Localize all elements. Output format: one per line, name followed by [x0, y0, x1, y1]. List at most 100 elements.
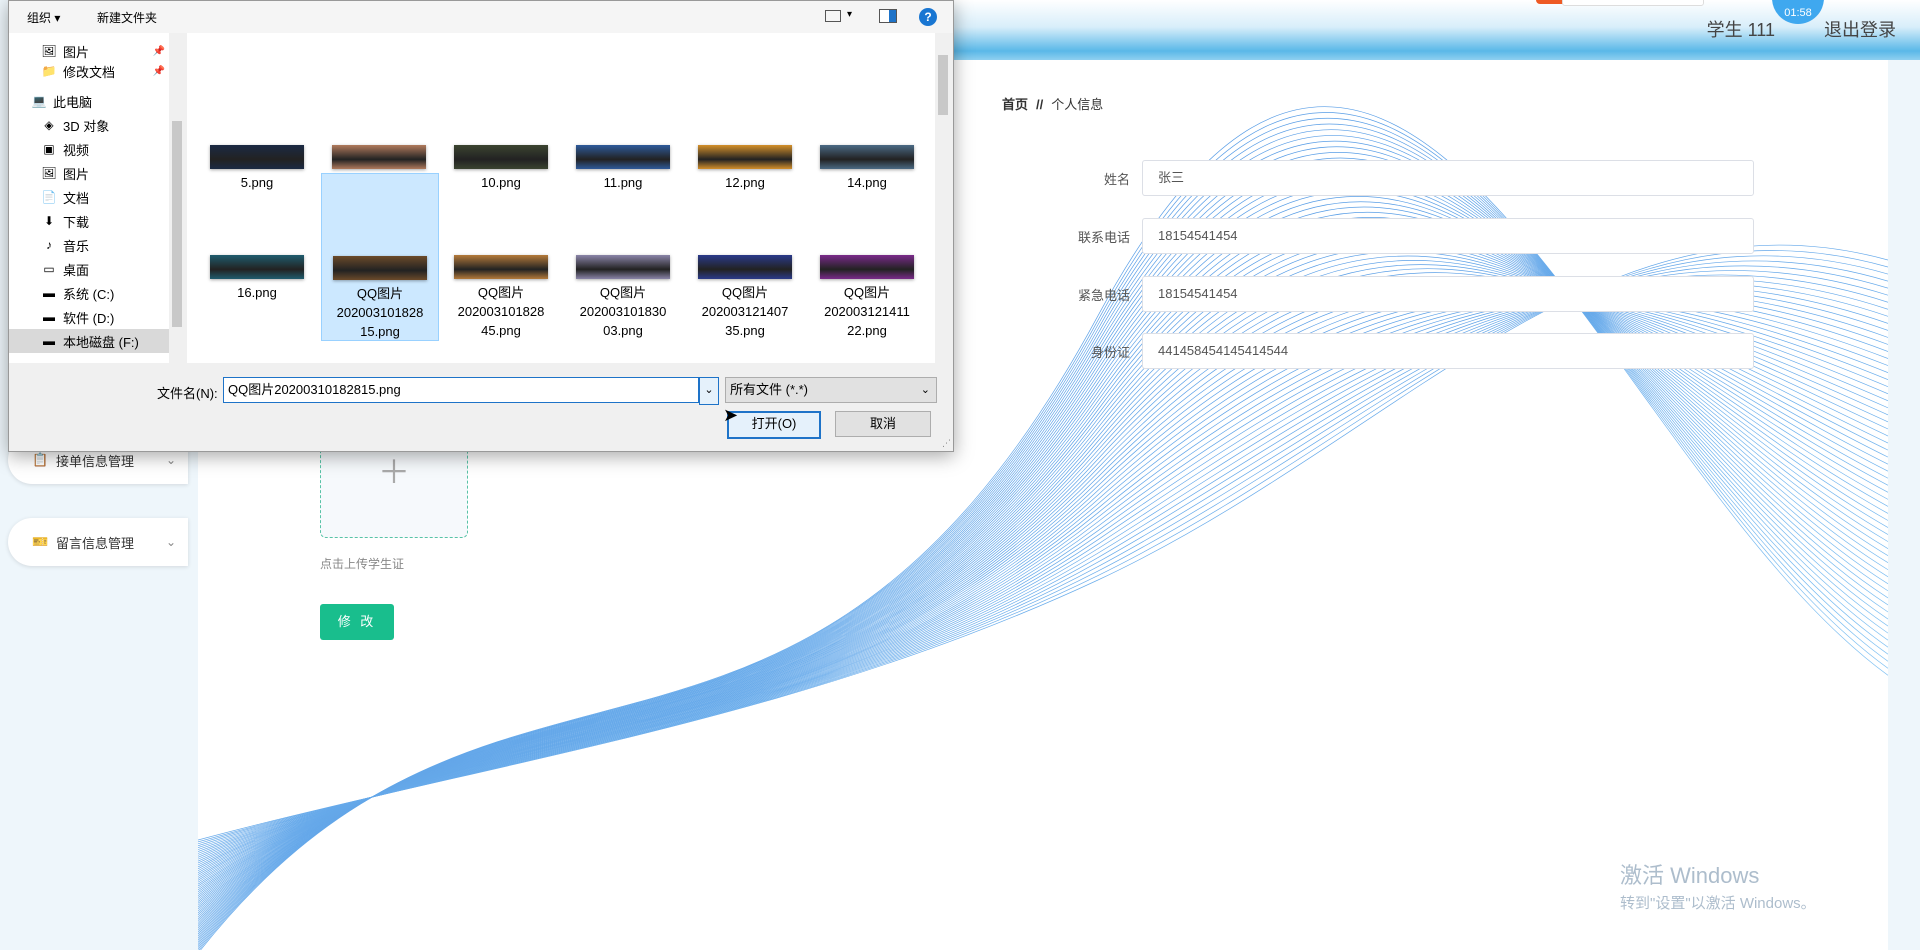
- nav-item[interactable]: 📁 修改文档 📌: [9, 59, 169, 83]
- nav-item[interactable]: ▬ 软件 (D:): [9, 305, 169, 329]
- nav-item[interactable]: ▭ 桌面: [9, 257, 169, 281]
- file-item[interactable]: QQ图片 202003101828 15.png: [321, 173, 439, 341]
- name-input[interactable]: 张三: [1142, 160, 1754, 196]
- open-button[interactable]: 打开(O): [727, 411, 821, 439]
- dialog-toolbar: 组织 ▾ 新建文件夹 ▾ ?: [9, 1, 953, 33]
- watermark-title: 激活 Windows: [1620, 863, 1760, 888]
- view-icon[interactable]: [825, 10, 841, 22]
- nav-item[interactable]: ▣ 视频: [9, 137, 169, 161]
- file-thumbnail: [332, 145, 426, 169]
- nav-scroll-thumb[interactable]: [172, 121, 182, 327]
- file-thumbnail: [210, 255, 304, 279]
- file-scrollbar[interactable]: [935, 33, 951, 363]
- nav-item-icon: 💻: [31, 94, 47, 108]
- nav-item-label: 桌面: [63, 262, 90, 278]
- sidebar-item-messages[interactable]: 🎫 留言信息管理 ⌄: [8, 518, 188, 566]
- header-pill: [1562, 0, 1704, 6]
- form-row-phone: 联系电话 18154541454: [1040, 218, 1754, 254]
- file-thumbnail: [576, 255, 670, 279]
- file-name: QQ图片 202003121407 35.png: [701, 285, 789, 338]
- plus-icon: ＋: [377, 454, 410, 490]
- file-thumbnail: [210, 145, 304, 169]
- ticket-icon: 🎫: [32, 534, 49, 549]
- nav-item[interactable]: 💻 此电脑: [9, 89, 169, 113]
- nav-item[interactable]: 📄 文档: [9, 185, 169, 209]
- breadcrumb: 首页 // 个人信息: [1002, 94, 1103, 113]
- file-thumbnail: [576, 145, 670, 169]
- id-input[interactable]: 441458454145414544: [1142, 333, 1754, 369]
- preview-pane-icon[interactable]: [879, 9, 897, 23]
- nav-item-icon: ▬: [43, 334, 55, 348]
- file-name: QQ图片 202003101828 45.png: [457, 285, 545, 338]
- phone-input[interactable]: 18154541454: [1142, 218, 1754, 254]
- nav-item-label: 音乐: [63, 238, 90, 254]
- file-item[interactable]: 16.png: [199, 173, 315, 302]
- nav-item-label: 系统 (C:): [63, 286, 115, 302]
- new-folder-button[interactable]: 新建文件夹: [97, 9, 157, 26]
- file-name: QQ图片 202003101830 03.png: [579, 285, 667, 338]
- current-user: 学生 111: [1706, 20, 1775, 40]
- file-thumbnail: [698, 145, 792, 169]
- watermark-subtitle: 转到"设置"以激活 Windows。: [1620, 895, 1816, 912]
- file-item[interactable]: QQ图片 202003101830 03.png: [565, 173, 681, 340]
- organize-button[interactable]: 组织 ▾: [27, 9, 60, 26]
- form-row-emergency: 紧急电话 18154541454: [1040, 276, 1754, 312]
- nav-item[interactable]: ♪ 音乐: [9, 233, 169, 257]
- form-row-name: 姓名 张三: [1040, 160, 1754, 196]
- emergency-input[interactable]: 18154541454: [1142, 276, 1754, 312]
- nav-item[interactable]: ▬ 系统 (C:): [9, 281, 169, 305]
- nav-item[interactable]: ▬ 本地磁盘 (F:): [9, 329, 169, 353]
- nav-item-icon: 📁: [41, 64, 57, 78]
- nav-item[interactable]: 🖼 图片: [9, 161, 169, 185]
- emergency-label: 紧急电话: [1077, 287, 1130, 303]
- nav-item[interactable]: ◈ 3D 对象: [9, 113, 169, 137]
- nav-item-icon: 🖼: [41, 44, 57, 58]
- help-icon[interactable]: ?: [919, 8, 937, 26]
- nav-item-icon: 🖼: [41, 166, 57, 180]
- file-item[interactable]: QQ图片 202003101828 45.png: [443, 173, 559, 340]
- nav-item-label: 修改文档: [63, 64, 116, 80]
- nav-scrollbar[interactable]: [169, 33, 185, 363]
- resize-grip-icon[interactable]: ⋰: [942, 438, 951, 449]
- pin-icon[interactable]: 📌: [153, 66, 165, 77]
- file-name: QQ图片 202003121411 22.png: [824, 285, 910, 338]
- file-scroll-thumb[interactable]: [938, 55, 948, 115]
- file-thumbnail: [333, 256, 427, 280]
- chevron-down-icon[interactable]: ▾: [847, 9, 852, 20]
- file-thumbnail: [820, 145, 914, 169]
- mouse-cursor-icon: ➤: [723, 405, 739, 425]
- breadcrumb-home[interactable]: 首页: [1002, 97, 1028, 112]
- nav-item-icon: ⬇: [43, 214, 55, 228]
- nav-item[interactable]: ⬇ 下载: [9, 209, 169, 233]
- file-name: 16.png: [237, 285, 277, 300]
- nav-item-label: 文档: [63, 190, 90, 206]
- chevron-down-icon: ⌄: [920, 384, 930, 396]
- filetype-select[interactable]: 所有文件 (*.*) ⌄: [725, 377, 937, 403]
- nav-item-label: 图片: [63, 166, 90, 182]
- nav-item-icon: ♪: [46, 238, 52, 252]
- sidebar-item-label: 留言信息管理: [56, 535, 135, 551]
- nav-item-label: 3D 对象: [63, 118, 110, 134]
- modify-button[interactable]: 修 改: [320, 604, 394, 640]
- nav-item-label: 软件 (D:): [63, 310, 115, 326]
- nav-item-label: 本地磁盘 (F:): [63, 334, 139, 350]
- chevron-down-icon: ⌄: [165, 453, 176, 467]
- nav-item-icon: ▬: [43, 286, 55, 300]
- filename-input[interactable]: QQ图片20200310182815.png: [223, 377, 699, 403]
- file-thumbnail: [454, 255, 548, 279]
- file-item[interactable]: QQ图片 202003121407 35.png: [687, 173, 803, 340]
- nav-item-label: 图片: [63, 44, 90, 60]
- chevron-down-icon[interactable]: ⌄: [699, 377, 719, 405]
- cancel-button[interactable]: 取消: [835, 411, 931, 437]
- file-item[interactable]: QQ图片 202003121411 22.png: [809, 173, 925, 340]
- pin-icon[interactable]: 📌: [153, 46, 165, 57]
- windows-activation-watermark: 激活 Windows 转到"设置"以激活 Windows。: [1620, 858, 1816, 913]
- breadcrumb-sep: //: [1036, 97, 1044, 112]
- logout-link[interactable]: 退出登录: [1824, 16, 1896, 42]
- name-label: 姓名: [1103, 171, 1130, 187]
- navigation-pane: 🖼 图片 📌 📁 修改文档 📌 💻 此电脑 ◈ 3D 对象 ▣ 视频 🖼 图片 📄 文档 ⬇ 下载 ♪ 音乐 ▭ 桌面 ▬ 系…: [9, 33, 183, 363]
- nav-item-icon: ▭: [43, 262, 55, 276]
- form-row-id: 身份证 441458454145414544: [1040, 333, 1754, 369]
- nav-item-icon: ▣: [43, 142, 55, 156]
- filetype-value: 所有文件 (*.*): [730, 382, 809, 397]
